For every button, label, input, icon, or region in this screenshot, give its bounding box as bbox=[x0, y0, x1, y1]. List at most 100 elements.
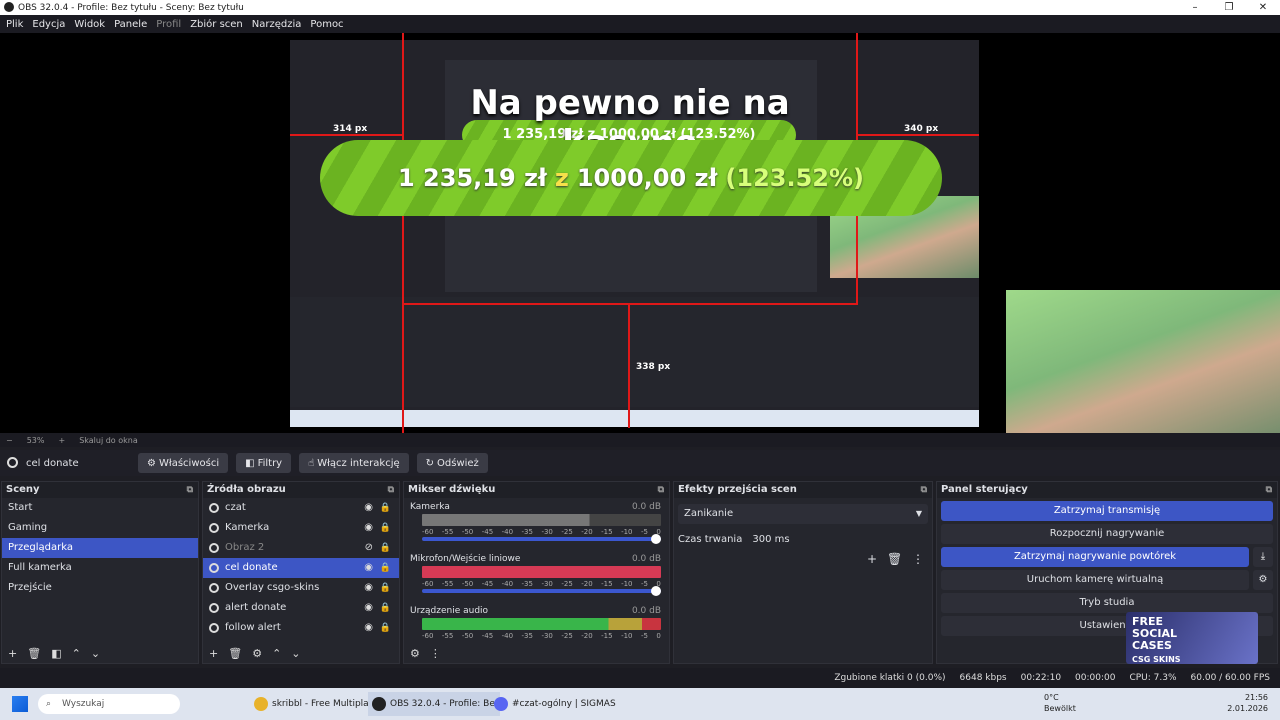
source-toolbar: cel donate ⚙ Właściwości ◧ Filtry ☝ Włącz i… bbox=[0, 450, 1280, 476]
filter-icon[interactable]: ◧ bbox=[51, 647, 61, 660]
source-item[interactable]: Kamerka ◉ 🔒 bbox=[203, 518, 399, 538]
menu-dots-icon[interactable]: ⋮ bbox=[430, 647, 441, 660]
lock-icon[interactable]: 🔒 bbox=[380, 518, 391, 538]
menu-plik[interactable]: Plik bbox=[6, 19, 23, 30]
undock-icon[interactable]: ⧉ bbox=[1266, 482, 1272, 498]
menu-narzedzia[interactable]: Narzędzia bbox=[252, 19, 302, 30]
weather[interactable]: 0°C Bewölkt bbox=[1044, 692, 1076, 714]
menu-dots-icon[interactable]: ⋮ bbox=[912, 552, 924, 566]
menu-widok[interactable]: Widok bbox=[74, 19, 105, 30]
eye-hidden-icon[interactable]: ⊘ bbox=[365, 538, 373, 558]
menu-zbior-scen[interactable]: Zbiór scen bbox=[190, 19, 243, 30]
menu-profil[interactable]: Profil bbox=[156, 19, 181, 30]
selected-source-name: cel donate bbox=[26, 457, 79, 469]
trash-icon[interactable]: 🗑 bbox=[887, 552, 902, 566]
channel-name: Urządzenie audio bbox=[410, 606, 489, 616]
goal-target: 1000,00 zł bbox=[576, 164, 718, 192]
maximize-button[interactable]: ❐ bbox=[1212, 0, 1246, 15]
refresh-button[interactable]: ↻ Odśwież bbox=[416, 453, 488, 473]
duration-input[interactable]: 300 ms bbox=[752, 530, 789, 550]
add-icon[interactable]: + bbox=[209, 647, 218, 660]
zoom-out-button[interactable]: − bbox=[6, 436, 13, 445]
mixer-settings-icon[interactable]: ⚙ bbox=[410, 647, 420, 660]
scene-item[interactable]: Przeglądarka bbox=[2, 538, 198, 558]
stop-replay-buffer-button[interactable]: Zatrzymaj nagrywanie powtórek ⤓ bbox=[941, 547, 1273, 567]
transition-select[interactable]: Zanikanie ▼ bbox=[678, 504, 928, 524]
guide-line bbox=[858, 134, 979, 136]
start-recording-button[interactable]: Rozpocznij nagrywanie bbox=[941, 524, 1273, 544]
eye-icon[interactable]: ◉ bbox=[364, 618, 373, 638]
down-icon[interactable]: ⌄ bbox=[91, 647, 100, 660]
undock-icon[interactable]: ⧉ bbox=[388, 482, 394, 498]
scene-item[interactable]: Przejście bbox=[2, 578, 198, 598]
properties-button[interactable]: ⚙ Właściwości bbox=[138, 453, 229, 473]
source-item[interactable]: follow alert ◉ 🔒 bbox=[203, 618, 399, 638]
gear-icon[interactable]: ⚙ bbox=[1253, 570, 1273, 590]
scenes-dock: Sceny ⧉ Start Gaming Przeglądarka Full ka… bbox=[1, 481, 199, 664]
lock-icon[interactable]: 🔒 bbox=[380, 598, 391, 618]
source-item[interactable]: czat ◉ 🔒 bbox=[203, 498, 399, 518]
menu-edycja[interactable]: Edycja bbox=[32, 19, 65, 30]
download-icon[interactable]: ⤓ bbox=[1253, 547, 1273, 567]
taskbar-discord[interactable]: #czat-ogólny | SIGMAS bbox=[490, 692, 616, 716]
taskbar-search[interactable]: ⌕ Wyszukaj bbox=[38, 694, 180, 714]
browser-icon bbox=[209, 503, 219, 513]
eye-icon[interactable]: ◉ bbox=[364, 498, 373, 518]
source-item[interactable]: Overlay csgo-skins ◉ 🔒 bbox=[203, 578, 399, 598]
cpu-usage: CPU: 7.3% bbox=[1129, 673, 1177, 683]
undock-icon[interactable]: ⧉ bbox=[187, 482, 193, 498]
gear-icon[interactable]: ⚙ bbox=[252, 647, 262, 660]
trash-icon[interactable]: 🗑 bbox=[228, 647, 242, 660]
duration-label: Czas trwania bbox=[678, 534, 743, 545]
eye-icon[interactable]: ◉ bbox=[364, 578, 373, 598]
dropped-frames: Zgubione klatki 0 (0.0%) bbox=[834, 673, 946, 683]
source-item[interactable]: Obraz 2 ⊘ 🔒 bbox=[203, 538, 399, 558]
lock-icon[interactable]: 🔒 bbox=[380, 498, 391, 518]
down-icon[interactable]: ⌄ bbox=[291, 647, 300, 660]
close-button[interactable]: ✕ bbox=[1246, 0, 1280, 15]
undock-icon[interactable]: ⧉ bbox=[658, 482, 664, 498]
zoom-in-button[interactable]: + bbox=[58, 436, 65, 445]
taskbar-chrome[interactable]: skribbl - Free Multiplayer bbox=[250, 692, 383, 716]
up-icon[interactable]: ⌃ bbox=[72, 647, 81, 660]
trash-icon[interactable]: 🗑 bbox=[27, 647, 41, 660]
channel-db: 0.0 dB bbox=[631, 554, 661, 564]
volume-slider[interactable] bbox=[422, 586, 661, 596]
scene-item[interactable]: Start bbox=[2, 498, 198, 518]
search-icon: ⌕ bbox=[46, 699, 52, 709]
add-icon[interactable]: + bbox=[8, 647, 17, 660]
menu-pomoc[interactable]: Pomoc bbox=[310, 19, 343, 30]
add-icon[interactable]: + bbox=[867, 552, 877, 566]
volume-slider[interactable] bbox=[422, 534, 661, 544]
windows-start-icon[interactable] bbox=[12, 696, 28, 712]
scene-item[interactable]: Full kamerka bbox=[2, 558, 198, 578]
guide-line bbox=[628, 303, 630, 428]
undock-icon[interactable]: ⧉ bbox=[921, 482, 927, 498]
studio-mode-button[interactable]: Tryb studia bbox=[941, 593, 1273, 613]
lock-icon[interactable]: 🔒 bbox=[380, 618, 391, 638]
clock[interactable]: 21:56 2.01.2026 bbox=[1227, 692, 1268, 714]
minimize-button[interactable]: – bbox=[1178, 0, 1212, 15]
interact-button[interactable]: ☝ Włącz interakcję bbox=[299, 453, 409, 473]
eye-icon[interactable]: ◉ bbox=[364, 558, 373, 578]
eye-icon[interactable]: ◉ bbox=[364, 518, 373, 538]
menu-panele[interactable]: Panele bbox=[114, 19, 147, 30]
start-virtual-camera-button[interactable]: Uruchom kamerę wirtualną ⚙ bbox=[941, 570, 1273, 590]
browser-icon bbox=[209, 563, 219, 573]
channel-db: 0.0 dB bbox=[631, 606, 661, 616]
taskbar-obs[interactable]: OBS 32.0.4 - Profile: Bez bbox=[368, 692, 500, 716]
mixer-channel: Mikrofon/Wejście liniowe 0.0 dB -60 -55 -50… bbox=[404, 550, 669, 602]
donation-goal-bar[interactable]: 1 235,19 zł z 1000,00 zł (123.52%) bbox=[320, 140, 942, 216]
lock-icon[interactable]: 🔒 bbox=[380, 558, 391, 578]
eye-icon[interactable]: ◉ bbox=[364, 598, 373, 618]
scale-to-window[interactable]: Skaluj do okna bbox=[79, 436, 138, 445]
source-item[interactable]: cel donate ◉ 🔒 bbox=[203, 558, 399, 578]
lock-icon[interactable]: 🔒 bbox=[380, 578, 391, 598]
filters-button[interactable]: ◧ Filtry bbox=[236, 453, 292, 473]
fps: 60.00 / 60.00 FPS bbox=[1190, 673, 1270, 683]
source-item[interactable]: alert donate ◉ 🔒 bbox=[203, 598, 399, 618]
lock-icon[interactable]: 🔒 bbox=[380, 538, 391, 558]
scene-item[interactable]: Gaming bbox=[2, 518, 198, 538]
up-icon[interactable]: ⌃ bbox=[272, 647, 281, 660]
stop-stream-button[interactable]: Zatrzymaj transmisję bbox=[941, 501, 1273, 521]
